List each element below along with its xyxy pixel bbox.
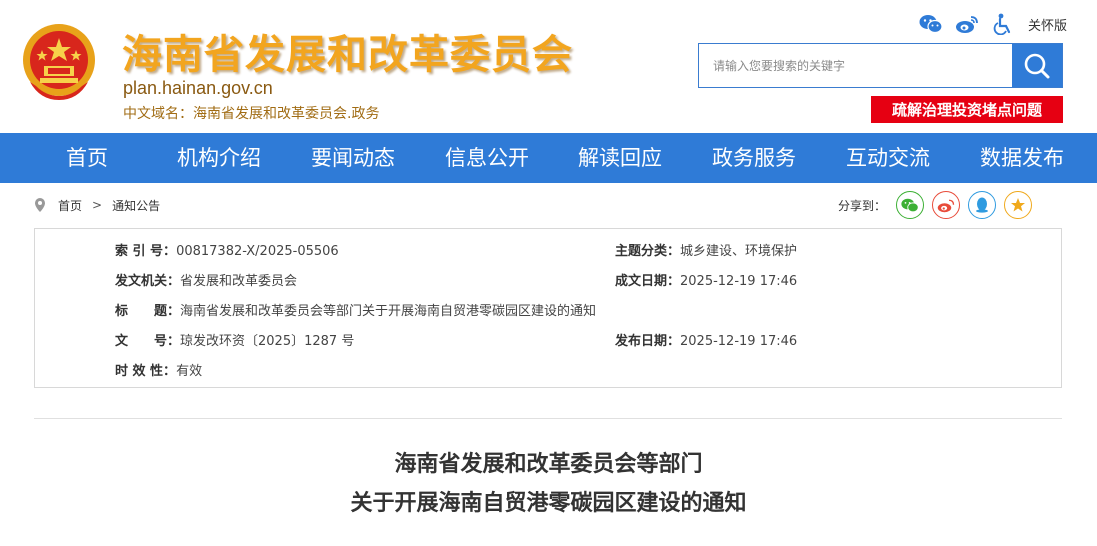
meta-published: 发布日期：2025-12-19 17:46 <box>615 330 797 349</box>
nav-interpretation[interactable]: 解读回应 <box>578 133 662 183</box>
meta-topic-key: 主题分类： <box>615 244 681 259</box>
meta-topic: 主题分类：城乡建设、环境保护 <box>615 240 797 259</box>
breadcrumb-separator: > <box>92 198 103 212</box>
meta-topic-value: 城乡建设、环境保护 <box>680 244 798 259</box>
main-nav: 首页 机构介绍 要闻动态 信息公开 解读回应 政务服务 互动交流 数据发布 <box>0 133 1097 183</box>
meta-created: 成文日期：2025-12-19 17:46 <box>615 270 797 289</box>
location-pin-icon <box>35 198 45 212</box>
meta-docno-value: 琼发改环资〔2025〕1287 号 <box>180 334 355 349</box>
meta-docno-key: 文 号： <box>115 334 181 349</box>
qq-icon <box>976 197 989 213</box>
weibo-icon <box>937 199 955 212</box>
nav-interaction[interactable]: 互动交流 <box>846 133 930 183</box>
weibo-icon[interactable] <box>954 12 980 36</box>
search-input[interactable] <box>699 44 1012 87</box>
share-label: 分享到： <box>838 198 887 213</box>
search-icon <box>1024 53 1050 78</box>
meta-title: 标 题：海南省发展和改革委员会等部门关于开展海南自贸港零碳园区建设的通知 <box>115 300 596 319</box>
document-meta-box: 索 引 号：00817382-X/2025-05506 主题分类：城乡建设、环境… <box>34 228 1062 388</box>
nav-news[interactable]: 要闻动态 <box>311 133 395 183</box>
investment-issue-link[interactable]: 疏解治理投资堵点问题 <box>871 96 1063 123</box>
nav-home[interactable]: 首页 <box>66 133 108 183</box>
wechat-icon <box>901 198 919 212</box>
meta-published-key: 发布日期： <box>615 334 681 349</box>
search-button[interactable] <box>1012 44 1062 87</box>
meta-validity-key: 时 效 性： <box>115 364 177 379</box>
meta-docno: 文 号：琼发改环资〔2025〕1287 号 <box>115 330 354 349</box>
meta-title-value: 海南省发展和改革委员会等部门关于开展海南自贸港零碳园区建设的通知 <box>180 304 597 319</box>
share-bar: 分享到： <box>838 191 1040 219</box>
nav-info-public[interactable]: 信息公开 <box>445 133 529 183</box>
site-header: 海南省发展和改革委员会 plan.hainan.gov.cn 中文域名：海南省发… <box>0 0 1097 133</box>
content-divider <box>34 418 1062 419</box>
document-title-line-1: 海南省发展和改革委员会等部门 <box>394 451 703 477</box>
meta-validity-value: 有效 <box>176 364 203 379</box>
search-box <box>698 43 1063 88</box>
meta-index-value: 00817382-X/2025-05506 <box>176 244 339 259</box>
site-title: 海南省发展和改革委员会 <box>122 32 573 78</box>
meta-issuer-value: 省发展和改革委员会 <box>180 274 298 289</box>
share-qzone-button[interactable] <box>1004 191 1033 219</box>
meta-validity: 时 效 性：有效 <box>115 360 202 379</box>
meta-index: 索 引 号：00817382-X/2025-05506 <box>115 240 339 259</box>
site-domain: plan.hainan.gov.cn <box>123 78 273 98</box>
meta-created-key: 成文日期： <box>615 274 681 289</box>
document-title-line-2: 关于开展海南自贸港零碳园区建设的通知 <box>350 490 747 516</box>
meta-index-key: 索 引 号： <box>115 244 177 259</box>
meta-published-value: 2025-12-19 17:46 <box>680 334 798 349</box>
care-mode-link[interactable]: 关怀版 <box>1028 15 1067 34</box>
site-cn-domain: 中文域名：海南省发展和改革委员会.政务 <box>123 106 380 122</box>
star-icon <box>1011 198 1026 212</box>
meta-title-key: 标 题： <box>115 304 181 319</box>
share-qq-button[interactable] <box>968 191 997 219</box>
meta-issuer: 发文机关：省发展和改革委员会 <box>115 270 297 289</box>
meta-issuer-key: 发文机关： <box>115 274 181 289</box>
breadcrumb-current[interactable]: 通知公告 <box>112 197 160 214</box>
nav-data[interactable]: 数据发布 <box>980 133 1064 183</box>
top-icon-bar: 关怀版 <box>918 12 1067 36</box>
breadcrumb-home[interactable]: 首页 <box>58 197 82 214</box>
nav-about[interactable]: 机构介绍 <box>177 133 261 183</box>
wechat-icon[interactable] <box>918 12 944 36</box>
national-emblem-icon <box>23 24 95 100</box>
share-wechat-button[interactable] <box>896 191 925 219</box>
meta-created-value: 2025-12-19 17:46 <box>680 274 798 289</box>
nav-gov-service[interactable]: 政务服务 <box>712 133 796 183</box>
share-weibo-button[interactable] <box>932 191 961 219</box>
accessibility-icon[interactable] <box>990 12 1016 36</box>
